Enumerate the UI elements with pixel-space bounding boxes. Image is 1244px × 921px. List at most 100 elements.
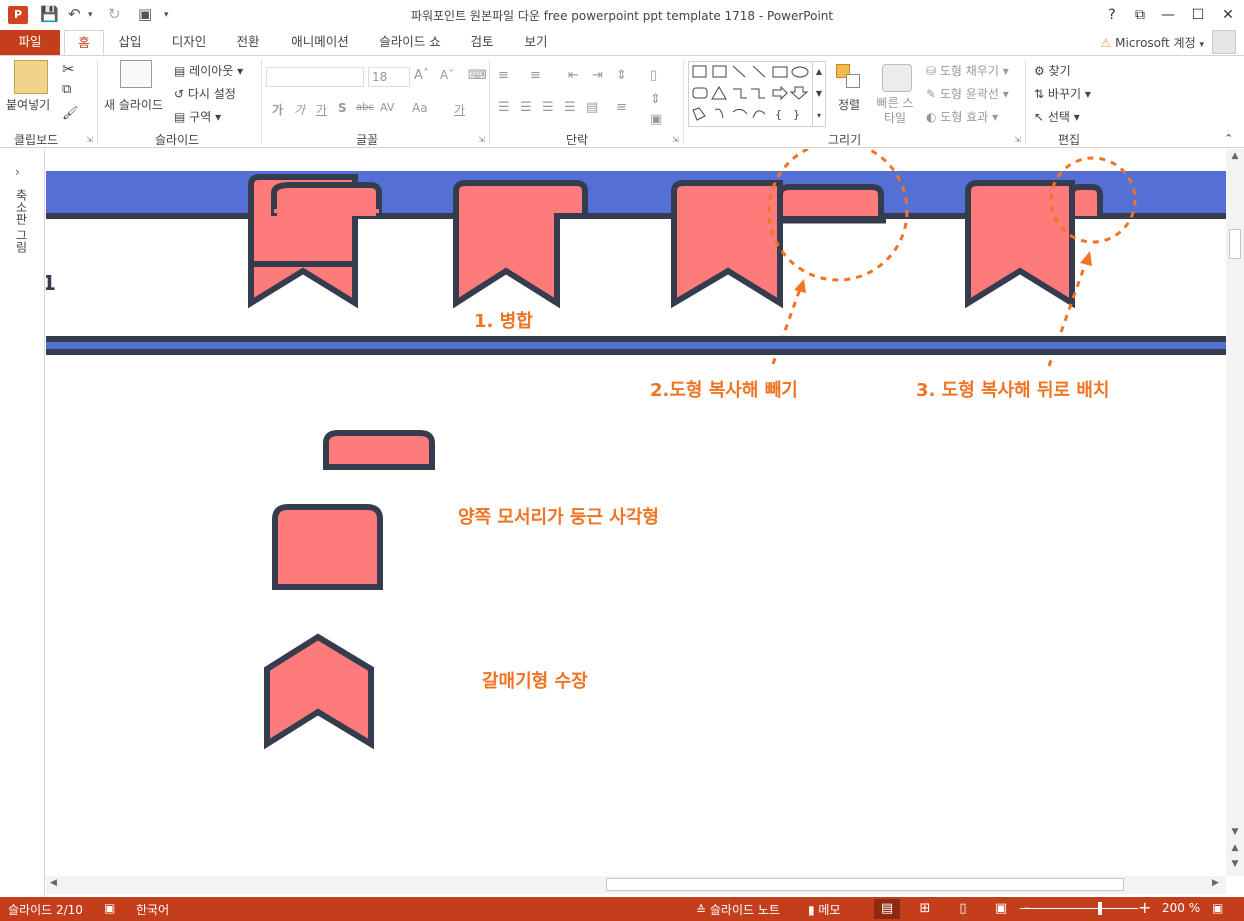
paste-button[interactable]: 붙여넣기 xyxy=(6,96,50,113)
ribbon-display-options-button[interactable]: ⧉ xyxy=(1126,4,1154,26)
paragraph-launcher-icon[interactable]: ⇲ xyxy=(672,135,679,144)
tab-insert[interactable]: 삽입 xyxy=(108,30,152,55)
character-spacing-button[interactable]: AV xyxy=(380,101,394,114)
next-slide-icon[interactable]: ▼ xyxy=(1226,859,1244,869)
slide-sorter-view-icon[interactable]: ⊞ xyxy=(912,899,938,919)
shape-outline-button[interactable]: ✎ 도형 윤곽선 ▾ xyxy=(926,85,1009,102)
reset-button[interactable]: ↺ 다시 설정 xyxy=(174,85,236,102)
tab-file[interactable]: 파일 xyxy=(0,30,60,55)
bullets-icon[interactable]: ≡ xyxy=(498,68,509,83)
minimize-button[interactable]: — xyxy=(1154,4,1182,26)
undo-dropdown-icon[interactable]: ▾ xyxy=(88,10,93,20)
find-button[interactable]: ⚙ 찾기 xyxy=(1034,62,1071,79)
zoom-in-icon[interactable]: + xyxy=(1138,898,1151,917)
normal-view-icon[interactable]: ▤ xyxy=(874,899,900,919)
numbering-icon[interactable]: ≡ xyxy=(530,68,541,83)
tab-animations[interactable]: 애니메이션 xyxy=(278,30,362,55)
text-align-icon[interactable]: ≡ xyxy=(616,100,627,115)
reading-view-icon[interactable]: ▯ xyxy=(950,899,976,919)
previous-slide-icon[interactable]: ▲ xyxy=(1226,843,1244,853)
customize-qat-icon[interactable]: ▾ xyxy=(164,10,169,20)
shadow-button[interactable]: S xyxy=(338,101,347,115)
tab-transitions[interactable]: 전환 xyxy=(226,30,270,55)
font-launcher-icon[interactable]: ⇲ xyxy=(478,135,485,144)
shape-effects-button[interactable]: ◐ 도형 효과 ▾ xyxy=(926,108,998,125)
collapse-ribbon-icon[interactable]: ⌃ xyxy=(1224,132,1233,145)
redo-icon[interactable]: ↻ xyxy=(108,5,121,23)
scroll-up-icon[interactable]: ▲ xyxy=(1226,151,1244,161)
line-spacing-icon[interactable]: ⇕ xyxy=(616,68,627,83)
language-indicator[interactable]: 한국어 xyxy=(136,901,169,918)
new-slide-button[interactable]: 새 슬라이드 xyxy=(104,96,163,113)
zoom-slider-thumb[interactable] xyxy=(1098,902,1103,915)
spell-check-icon[interactable]: ▣ xyxy=(104,901,115,915)
save-icon[interactable]: 💾 xyxy=(40,5,59,23)
slide-canvas[interactable]: 1 1. 병합 2.도형 복사해 빼기 3. 도형 복사해 뒤로 배치 양쪽 모… xyxy=(46,149,1226,876)
vertical-scrollbar[interactable]: ▲ ▼ ▲ ▼ xyxy=(1226,149,1244,876)
font-name-dropdown[interactable] xyxy=(266,67,364,87)
account-menu[interactable]: ⚠ Microsoft 계정 ▾ xyxy=(1101,34,1204,51)
slideshow-view-icon[interactable]: ▣ xyxy=(988,899,1014,919)
avatar[interactable] xyxy=(1212,30,1236,54)
select-button[interactable]: ↖ 선택 ▾ xyxy=(1034,108,1080,125)
strikethrough-button[interactable]: abc xyxy=(356,102,374,113)
align-left-icon[interactable]: ☰ xyxy=(498,100,510,115)
start-from-beginning-icon[interactable]: ▣ xyxy=(138,5,152,23)
quick-styles-button[interactable]: 빠른 스타일 xyxy=(872,96,918,126)
layout-button[interactable]: ▤ 레이아웃 ▾ xyxy=(174,62,243,79)
scroll-down-icon[interactable]: ▼ xyxy=(1226,827,1244,837)
justify-icon[interactable]: ☰ xyxy=(564,100,576,115)
clear-formatting-icon[interactable]: ⌨ xyxy=(468,68,487,83)
paste-icon[interactable] xyxy=(14,60,48,94)
arrange-icon[interactable] xyxy=(836,64,862,90)
tab-view[interactable]: 보기 xyxy=(514,30,558,55)
tab-slideshow[interactable]: 슬라이드 쇼 xyxy=(370,30,450,55)
format-painter-icon[interactable]: 🖌 xyxy=(62,106,79,121)
underline-button[interactable]: 가 xyxy=(316,101,327,118)
decrease-indent-icon[interactable]: ⇤ xyxy=(568,68,579,83)
maximize-button[interactable]: ☐ xyxy=(1184,4,1212,26)
shapes-gallery[interactable]: {} xyxy=(688,61,826,127)
comments-button[interactable]: ▮ 메모 xyxy=(808,901,841,918)
arrange-button[interactable]: 정렬 xyxy=(838,96,860,113)
close-button[interactable]: ✕ xyxy=(1214,4,1242,26)
expand-pane-icon[interactable]: › xyxy=(15,165,20,179)
font-color-button[interactable]: 가 xyxy=(454,101,465,118)
increase-font-icon[interactable]: Aˆ xyxy=(414,68,429,83)
section-button[interactable]: ▤ 구역 ▾ xyxy=(174,108,221,125)
copy-icon[interactable]: ⧉ xyxy=(62,82,71,97)
drawing-launcher-icon[interactable]: ⇲ xyxy=(1014,135,1021,144)
powerpoint-app-icon[interactable]: P xyxy=(8,6,28,24)
tab-review[interactable]: 검토 xyxy=(458,30,506,55)
fit-slide-icon[interactable]: ▣ xyxy=(1212,901,1223,915)
columns-icon[interactable]: ▯ xyxy=(650,68,657,83)
help-button[interactable]: ? xyxy=(1098,4,1126,26)
align-right-icon[interactable]: ☰ xyxy=(542,100,554,115)
tab-home[interactable]: 홈 xyxy=(64,30,104,55)
smartart-icon[interactable]: ▣ xyxy=(650,112,662,127)
cut-icon[interactable]: ✂ xyxy=(62,60,75,78)
zoom-level[interactable]: 200 % xyxy=(1162,901,1200,915)
horizontal-scrollbar[interactable]: ◀ ▶ xyxy=(46,876,1226,894)
font-size-dropdown[interactable]: 18 xyxy=(368,67,410,87)
zoom-slider[interactable] xyxy=(1020,908,1138,909)
shapes-gallery-scroll[interactable]: ▲ ▼ ▾ xyxy=(812,61,825,127)
undo-icon[interactable]: ↶ xyxy=(68,5,81,23)
notes-button[interactable]: ≙ 슬라이드 노트 xyxy=(696,901,780,918)
decrease-font-icon[interactable]: Aˇ xyxy=(440,68,454,82)
align-center-icon[interactable]: ☰ xyxy=(520,100,532,115)
vertical-scroll-thumb[interactable] xyxy=(1229,229,1241,259)
new-slide-icon[interactable] xyxy=(120,60,152,88)
text-direction-icon[interactable]: ⇕ xyxy=(650,92,661,107)
scroll-left-icon[interactable]: ◀ xyxy=(50,878,57,888)
quick-styles-icon[interactable] xyxy=(882,64,912,92)
horizontal-scroll-thumb[interactable] xyxy=(606,878,1124,891)
thumbnail-pane-collapsed[interactable]: › 축소판 그림 xyxy=(0,149,45,897)
italic-button[interactable]: 가 xyxy=(294,101,305,118)
replace-button[interactable]: ⇅ 바꾸기 ▾ xyxy=(1034,85,1091,102)
tab-design[interactable]: 디자인 xyxy=(160,30,218,55)
distribute-icon[interactable]: ▤ xyxy=(586,100,598,115)
increase-indent-icon[interactable]: ⇥ xyxy=(592,68,603,83)
bold-button[interactable]: 가 xyxy=(272,101,283,118)
clipboard-launcher-icon[interactable]: ⇲ xyxy=(86,135,93,144)
